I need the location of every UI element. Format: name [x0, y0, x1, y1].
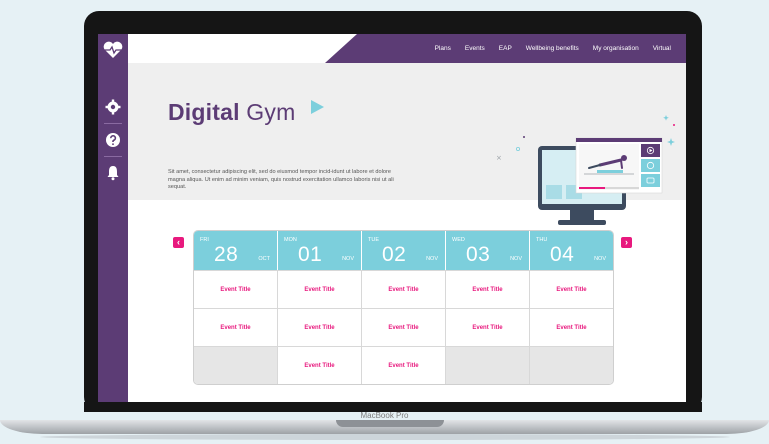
nav-item-eap[interactable]: EAP [492, 45, 519, 52]
play-icon [311, 100, 324, 114]
event-calendar: FRI 28 OCT MON 01 NOV TUE 02 NOV WED 03 … [193, 230, 614, 385]
day-number: 03 [466, 243, 491, 266]
page-title-bold: Digital [168, 99, 240, 125]
day-of-week: FRI [200, 237, 209, 243]
event-title-link[interactable]: Event Title [530, 271, 613, 308]
rail-divider [104, 156, 122, 157]
empty-calendar-cell [194, 347, 278, 384]
calendar-day-header: THU 04 NOV [530, 231, 613, 270]
event-title-link[interactable]: Event Title [194, 309, 278, 346]
svg-text:×: × [496, 154, 502, 162]
calendar-day-header: FRI 28 OCT [194, 231, 278, 270]
empty-calendar-cell [446, 347, 530, 384]
hero-description: Sit amet, consectetur adipiscing elit, s… [168, 169, 394, 191]
nav-item-virtual[interactable]: Virtual [646, 45, 678, 52]
nav-item-plans[interactable]: Plans [428, 45, 458, 52]
day-month: NOV [594, 256, 606, 262]
day-of-week: MON [284, 237, 297, 243]
page-title: Digital Gym [168, 99, 295, 126]
top-nav-bar: Plans Events EAP Wellbeing benefits My o… [128, 34, 686, 63]
workout-video-illustration: × [496, 115, 675, 225]
day-month: NOV [426, 256, 438, 262]
device-label: MacBook Pro [360, 411, 409, 420]
nav-item-my-organisation[interactable]: My organisation [586, 45, 646, 52]
gear-icon[interactable] [104, 98, 122, 116]
day-of-week: THU [536, 237, 548, 243]
rail-divider [104, 123, 122, 124]
event-title-link[interactable]: Event Title [362, 347, 446, 384]
day-of-week: WED [452, 237, 465, 243]
calendar-next-button[interactable]: › [621, 237, 632, 248]
help-icon[interactable] [104, 131, 122, 149]
event-title-link[interactable]: Event Title [278, 271, 362, 308]
calendar-day-header: WED 03 NOV [446, 231, 530, 270]
calendar-row: Event Title Event Title [194, 346, 613, 384]
hero-section: Digital Gym Sit amet, consectetur adipis… [128, 63, 686, 225]
day-number: 02 [382, 243, 407, 266]
event-title-link[interactable]: Event Title [194, 271, 278, 308]
event-title-link[interactable]: Event Title [446, 271, 530, 308]
left-rail [98, 34, 128, 402]
nav-item-events[interactable]: Events [458, 45, 492, 52]
laptop-shadow [40, 434, 730, 440]
event-title-link[interactable]: Event Title [362, 309, 446, 346]
empty-calendar-cell [530, 347, 613, 384]
screen: Plans Events EAP Wellbeing benefits My o… [98, 34, 686, 402]
day-month: NOV [510, 256, 522, 262]
day-of-week: TUE [368, 237, 379, 243]
event-title-link[interactable]: Event Title [530, 309, 613, 346]
event-title-link[interactable]: Event Title [278, 309, 362, 346]
laptop-notch [336, 420, 444, 427]
calendar-day-header: MON 01 NOV [278, 231, 362, 270]
calendar-row: Event Title Event Title Event Title Even… [194, 270, 613, 308]
calendar-day-header: TUE 02 NOV [362, 231, 446, 270]
calendar-header: FRI 28 OCT MON 01 NOV TUE 02 NOV WED 03 … [194, 231, 613, 270]
day-month: OCT [258, 256, 270, 262]
calendar-row: Event Title Event Title Event Title Even… [194, 308, 613, 346]
event-title-link[interactable]: Event Title [278, 347, 362, 384]
nav-item-wellbeing-benefits[interactable]: Wellbeing benefits [519, 45, 586, 52]
day-number: 01 [298, 243, 323, 266]
calendar-prev-button[interactable]: ‹ [173, 237, 184, 248]
heart-logo-icon[interactable] [102, 40, 124, 60]
main-nav: Plans Events EAP Wellbeing benefits My o… [428, 34, 678, 63]
event-title-link[interactable]: Event Title [446, 309, 530, 346]
day-number: 04 [550, 243, 575, 266]
bell-icon[interactable] [104, 164, 122, 182]
day-number: 28 [214, 243, 239, 266]
event-title-link[interactable]: Event Title [362, 271, 446, 308]
page-title-light: Gym [246, 99, 296, 125]
day-month: NOV [342, 256, 354, 262]
